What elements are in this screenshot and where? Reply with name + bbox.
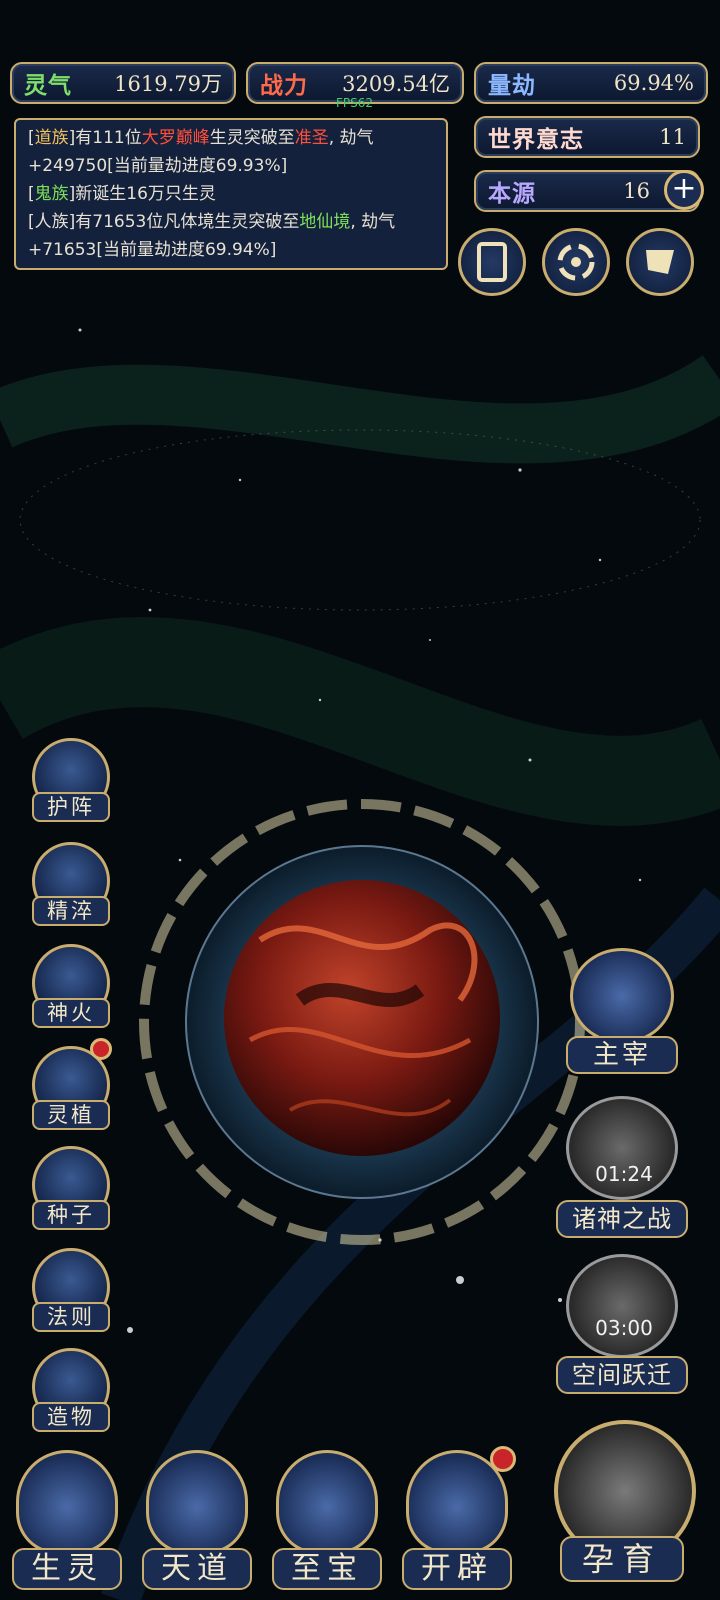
- bottom-button-label: 生灵: [12, 1548, 122, 1590]
- lingqi-stat[interactable]: 灵气 1619.79万: [10, 62, 236, 104]
- side-button-zaowu[interactable]: 造物: [26, 1348, 116, 1440]
- log-text: [: [28, 184, 35, 204]
- log-text: ]新诞生16万只生灵: [68, 184, 216, 204]
- liangjie-value: 69.94%: [613, 71, 694, 95]
- planet[interactable]: [224, 880, 500, 1156]
- zhushen-timer: 01:24: [595, 1162, 653, 1186]
- side-button-label: 法则: [32, 1302, 110, 1332]
- event-log: [道族]有111位大罗巅峰生灵突破至准圣, 劫气+249750[当前量劫进度69…: [14, 118, 448, 270]
- kongjian-timer: 03:00: [595, 1316, 653, 1340]
- bottom-button-tiandao[interactable]: 天道: [142, 1450, 252, 1590]
- log-entry: [道族]有111位大罗巅峰生灵突破至准圣, 劫气+249750[当前量劫进度69…: [28, 124, 434, 180]
- shijie-stat[interactable]: 世界意志 11: [474, 116, 700, 158]
- side-button-label: 精淬: [32, 896, 110, 926]
- vortex-button[interactable]: [542, 228, 610, 296]
- notification-dot: [90, 1038, 112, 1060]
- shijie-label: 世界意志: [488, 126, 584, 153]
- fps-counter: FPS62: [336, 96, 374, 110]
- phoenix-icon: [16, 1450, 118, 1554]
- side-button-label: 神火: [32, 998, 110, 1028]
- zhuzai-button[interactable]: 主宰: [562, 948, 682, 1082]
- dragon-icon: [570, 948, 674, 1044]
- card-icon: [477, 242, 507, 282]
- side-button-faze[interactable]: 法则: [26, 1248, 116, 1340]
- side-button-zhongzi[interactable]: 种子: [26, 1146, 116, 1238]
- log-text: [人族]有71653位凡体境生灵突破至: [28, 212, 300, 232]
- zhanli-value: 3209.54亿: [342, 72, 450, 96]
- liangjie-label: 量劫: [488, 72, 536, 99]
- plus-icon: +: [671, 171, 697, 206]
- scroll-icon: [646, 250, 674, 274]
- side-button-lingzhi[interactable]: 灵植: [26, 1038, 116, 1138]
- kongjian-label: 空间跃迁: [556, 1356, 688, 1394]
- zhushen-button[interactable]: 01:24 诸神之战: [556, 1096, 692, 1244]
- portal-icon: [566, 1254, 678, 1358]
- zhanli-label: 战力: [260, 72, 308, 99]
- bottom-button-label: 至宝: [272, 1548, 382, 1590]
- yunyu-button[interactable]: 孕育: [546, 1420, 704, 1594]
- zhushen-label: 诸神之战: [556, 1200, 688, 1238]
- realm-target: 地仙境: [299, 212, 351, 232]
- bottom-button-shengling[interactable]: 生灵: [12, 1450, 122, 1590]
- realm-target: 准圣: [294, 128, 329, 148]
- yunyu-label: 孕育: [560, 1536, 684, 1582]
- realm-text: 大罗巅峰: [141, 128, 210, 148]
- race-tag: 道族: [34, 128, 69, 148]
- side-button-label: 护阵: [32, 792, 110, 822]
- lingqi-value: 1619.79万: [114, 72, 222, 96]
- benyuan-label: 本源: [488, 180, 536, 207]
- cloud-icon: [146, 1450, 248, 1554]
- log-entry: [人族]有71653位凡体境生灵突破至地仙境, 劫气+71653[当前量劫进度6…: [28, 208, 434, 264]
- kongjian-button[interactable]: 03:00 空间跃迁: [556, 1254, 692, 1402]
- lingqi-label: 灵气: [24, 72, 72, 99]
- add-benyuan-button[interactable]: +: [664, 170, 704, 210]
- treasure-icon: [276, 1450, 378, 1554]
- log-text: [: [28, 128, 35, 148]
- side-button-label: 造物: [32, 1402, 110, 1432]
- scroll-button[interactable]: [626, 228, 694, 296]
- bottom-button-label: 开辟: [402, 1548, 512, 1590]
- bottom-button-label: 天道: [142, 1548, 252, 1590]
- notification-dot: [490, 1446, 516, 1472]
- log-entry: [鬼族]新诞生16万只生灵: [28, 180, 434, 208]
- card-button[interactable]: [458, 228, 526, 296]
- log-text: ]有111位: [68, 128, 142, 148]
- benyuan-value: 16: [623, 179, 650, 203]
- bottom-button-kaipi[interactable]: 开辟: [402, 1446, 516, 1590]
- side-button-huzhen[interactable]: 护阵: [26, 738, 116, 830]
- zhuzai-label: 主宰: [566, 1036, 678, 1074]
- bottom-button-zhibao[interactable]: 至宝: [272, 1450, 382, 1590]
- side-button-shenhuo[interactable]: 神火: [26, 944, 116, 1036]
- log-text: 生灵突破至: [209, 128, 295, 148]
- side-button-jingcui[interactable]: 精淬: [26, 842, 116, 934]
- side-button-label: 灵植: [32, 1100, 110, 1130]
- race-tag: 鬼族: [34, 184, 69, 204]
- side-button-label: 种子: [32, 1200, 110, 1230]
- liangjie-stat[interactable]: 量劫 69.94%: [474, 62, 708, 104]
- shijie-value: 11: [659, 125, 686, 149]
- vortex-icon: [557, 243, 595, 281]
